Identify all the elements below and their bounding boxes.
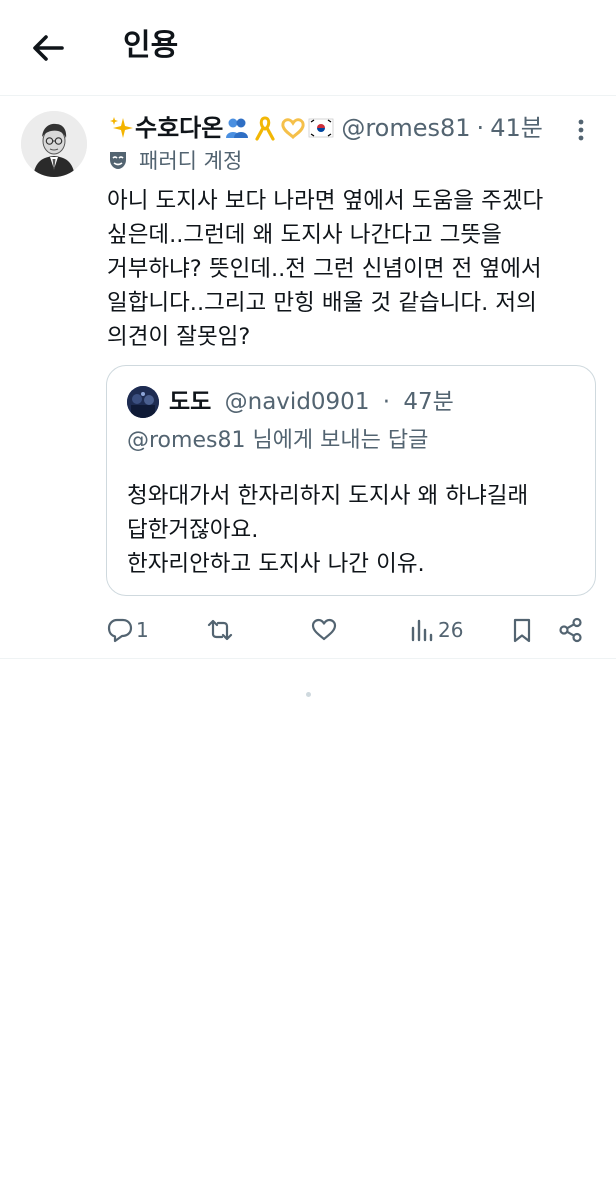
quoted-tweet[interactable]: 도도 @navid0901 · 47분 @romes81 님에게 보내는 답글 … bbox=[106, 365, 596, 596]
tweet[interactable]: 수호다온 @romes81 · 41분 패러디 계정 아니 도지사 보다 나라면… bbox=[0, 96, 616, 659]
reply-button[interactable]: 1 bbox=[106, 612, 149, 648]
quoted-timestamp: 47분 bbox=[403, 389, 454, 415]
reply-count: 1 bbox=[136, 618, 149, 642]
quoted-handle: @navid0901 bbox=[224, 389, 370, 415]
top-bar: 인용 bbox=[0, 0, 616, 96]
korea-flag-emoji bbox=[307, 114, 335, 142]
share-icon bbox=[559, 617, 582, 643]
sparkles-emoji bbox=[107, 114, 135, 142]
people-emoji bbox=[223, 114, 251, 142]
views-count: 26 bbox=[438, 618, 464, 642]
account-label-text: 패러디 계정 bbox=[139, 149, 243, 173]
reply-suffix: 님에게 보내는 답글 bbox=[245, 428, 429, 453]
retweet-button[interactable] bbox=[206, 612, 236, 648]
author-display-name: 수호다온 bbox=[135, 114, 224, 142]
avatar-portrait-icon bbox=[21, 111, 87, 177]
quoted-avatar bbox=[127, 386, 159, 418]
retweet-icon bbox=[207, 619, 233, 641]
views-button[interactable]: 26 bbox=[408, 612, 463, 648]
tweet-timestamp[interactable]: 41분 bbox=[490, 112, 543, 144]
tweet-body: 아니 도지사 보다 나라면 옆에서 도움을 주겠다 싶은데..그런데 왜 도지사… bbox=[107, 188, 544, 350]
bookmark-button[interactable] bbox=[508, 612, 536, 648]
parody-account-label: 패러디 계정 bbox=[107, 146, 242, 174]
more-options-icon[interactable] bbox=[571, 116, 591, 144]
reply-bubble-icon bbox=[107, 618, 133, 643]
quoted-avatar-image-icon bbox=[127, 386, 159, 418]
views-bar-chart-icon bbox=[411, 619, 433, 642]
like-button[interactable] bbox=[310, 612, 340, 648]
share-button[interactable] bbox=[557, 612, 585, 648]
heart-icon bbox=[311, 618, 337, 641]
separator-dot: · bbox=[476, 114, 485, 142]
quoted-author-row: 도도 @navid0901 · 47분 bbox=[169, 385, 454, 419]
replying-to-line: @romes81 님에게 보내는 답글 bbox=[127, 425, 428, 457]
quoted-display-name: 도도 bbox=[169, 389, 212, 415]
heart-hands-emoji bbox=[279, 114, 307, 142]
author-name-wrap[interactable]: 수호다온 bbox=[107, 112, 335, 144]
tweet-author-row: 수호다온 @romes81 · 41분 bbox=[107, 112, 543, 144]
page-title: 인용 bbox=[123, 28, 179, 63]
avatar[interactable] bbox=[21, 111, 87, 177]
loading-indicator bbox=[306, 692, 311, 697]
parody-mask-icon bbox=[110, 152, 126, 169]
reply-mention: @romes81 bbox=[127, 428, 246, 453]
author-handle[interactable]: @romes81 bbox=[341, 112, 470, 144]
back-arrow-icon[interactable] bbox=[28, 28, 68, 68]
yellow-ribbon-emoji bbox=[251, 114, 279, 142]
quoted-separator-dot: · bbox=[382, 389, 391, 415]
quoted-body: 청와대가서 한자리하지 도지사 왜 하냐길래 답한거잖아요. 한자리안하고 도지… bbox=[127, 483, 529, 577]
bookmark-icon bbox=[513, 618, 531, 643]
action-bar: 1 26 bbox=[0, 612, 616, 648]
